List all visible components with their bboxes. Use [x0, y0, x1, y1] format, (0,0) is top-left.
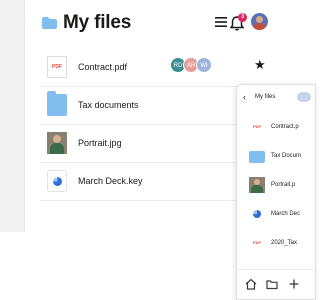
star-icon[interactable]: ★	[254, 58, 266, 72]
back-chevron-icon[interactable]: ‹	[243, 92, 246, 102]
list-item[interactable]: Portrait.p	[237, 171, 315, 200]
folder-icon[interactable]	[266, 278, 278, 290]
user-avatar[interactable]	[251, 13, 268, 30]
panel-avatar[interactable]	[297, 92, 311, 102]
plus-icon[interactable]	[288, 278, 300, 290]
image-thumbnail	[47, 132, 67, 154]
shared-avatar: WI	[196, 57, 212, 73]
list-item-label: Contract.p	[271, 124, 299, 130]
panel-breadcrumb: My files	[255, 94, 276, 100]
left-panel	[0, 0, 25, 232]
keynote-file-icon	[249, 206, 265, 222]
image-thumbnail	[249, 177, 265, 193]
list-item[interactable]: Tax Docum	[237, 142, 315, 171]
panel-header: ‹ My files	[237, 85, 315, 109]
notification-bell-icon[interactable]: 3	[230, 13, 247, 31]
list-item-label: Tax Docum	[271, 153, 302, 159]
file-name: Contract.pdf	[78, 62, 128, 72]
file-name: Tax documents	[78, 100, 139, 110]
list-item[interactable]: March Dec	[237, 200, 315, 229]
header: My files 3	[40, 10, 300, 36]
pdf-file-icon: PDF	[253, 240, 261, 245]
folder-icon	[249, 151, 265, 163]
file-name: Portrait.jpg	[78, 138, 122, 148]
pdf-file-icon: PDF	[253, 124, 261, 129]
list-item[interactable]: PDF 2020_Tax	[237, 229, 315, 258]
list-item-label: 2020_Tax	[271, 240, 298, 246]
bottom-nav	[237, 269, 315, 299]
shared-avatars[interactable]: RD AR WI	[170, 57, 220, 73]
pdf-file-icon: PDF	[47, 56, 67, 78]
file-name: March Deck.key	[78, 176, 143, 186]
menu-icon[interactable]	[215, 17, 227, 27]
list-item[interactable]: PDF Contract.p	[237, 113, 315, 142]
page-title: My files	[63, 12, 132, 33]
list-item-label: March Dec	[271, 211, 301, 217]
folder-icon	[42, 17, 57, 29]
home-icon[interactable]	[245, 278, 257, 290]
file-row[interactable]: PDF Contract.pdf RD AR WI ★	[40, 49, 270, 87]
notification-badge: 3	[238, 13, 247, 22]
list-item-label: Portrait.p	[271, 182, 296, 188]
folder-icon	[47, 91, 67, 116]
keynote-file-icon	[47, 170, 67, 192]
mobile-file-panel: ‹ My files PDF Contract.p Tax Docum Port…	[236, 84, 316, 300]
